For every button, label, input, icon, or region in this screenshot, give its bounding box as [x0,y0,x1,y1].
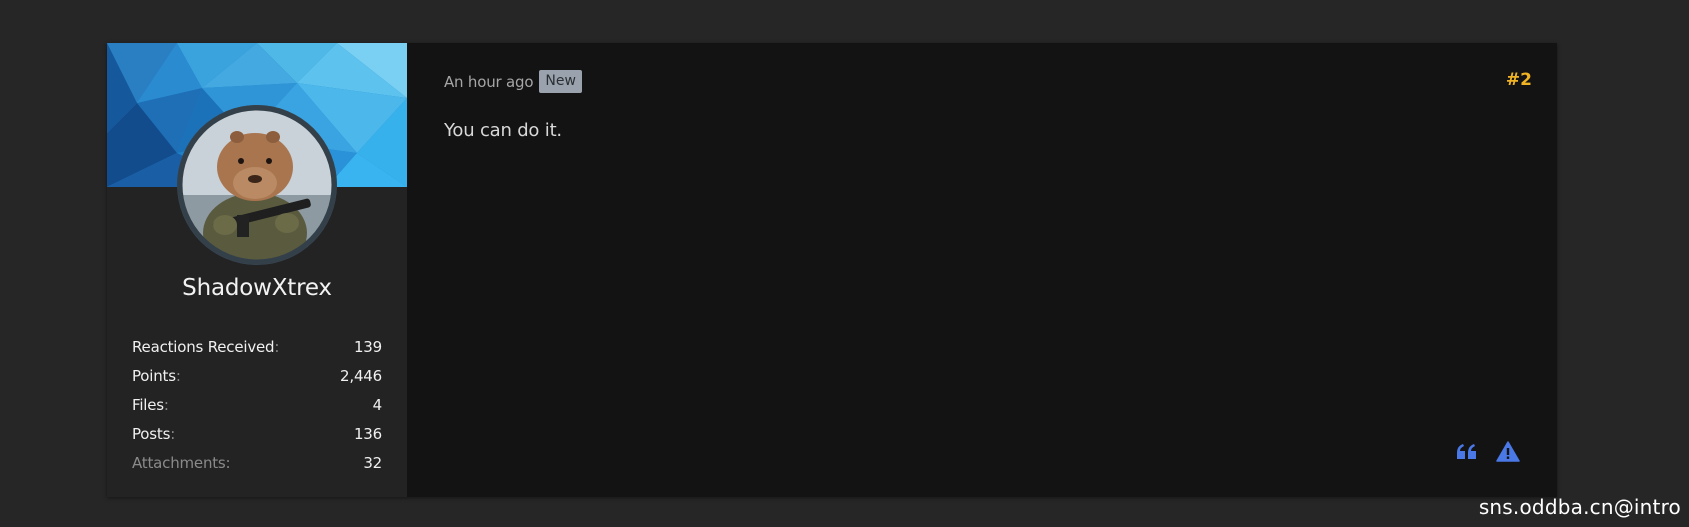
username[interactable]: ShadowXtrex [107,275,407,301]
forum-post: ShadowXtrex Reactions Received: 139 Poin… [107,43,1557,497]
stat-label: Posts: [132,425,176,443]
watermark-text: sns.oddba.cn@intro [1478,495,1681,519]
stat-label: Attachments: [132,454,231,472]
stat-points: Points: 2,446 [132,362,382,391]
post-number-link[interactable]: #2 [1506,70,1532,90]
quote-icon[interactable] [1455,440,1479,464]
stat-posts: Posts: 136 [132,420,382,449]
post-timestamp[interactable]: An hour ago [444,73,534,91]
stat-label: Points: [132,367,181,385]
stat-attachments: Attachments: 32 [132,449,382,478]
warning-triangle-icon[interactable] [1496,440,1520,464]
post-message: You can do it. [444,120,562,141]
stat-files: Files: 4 [132,391,382,420]
stat-label: Reactions Received: [132,338,280,356]
user-sidebar: ShadowXtrex Reactions Received: 139 Poin… [107,43,407,497]
post-content: An hour ago New #2 You can do it. [407,43,1557,497]
stat-label: Files: [132,396,169,414]
stat-value: 4 [372,396,383,414]
user-avatar[interactable] [177,105,337,265]
post-meta: An hour ago New [444,70,582,93]
stat-value: 139 [353,338,382,356]
stat-value: 136 [353,425,382,443]
user-stats: Reactions Received: 139 Points: 2,446 Fi… [132,333,382,478]
stat-reactions: Reactions Received: 139 [132,333,382,362]
stat-value: 32 [363,454,382,472]
stat-value: 2,446 [340,367,382,385]
new-badge: New [539,70,582,93]
